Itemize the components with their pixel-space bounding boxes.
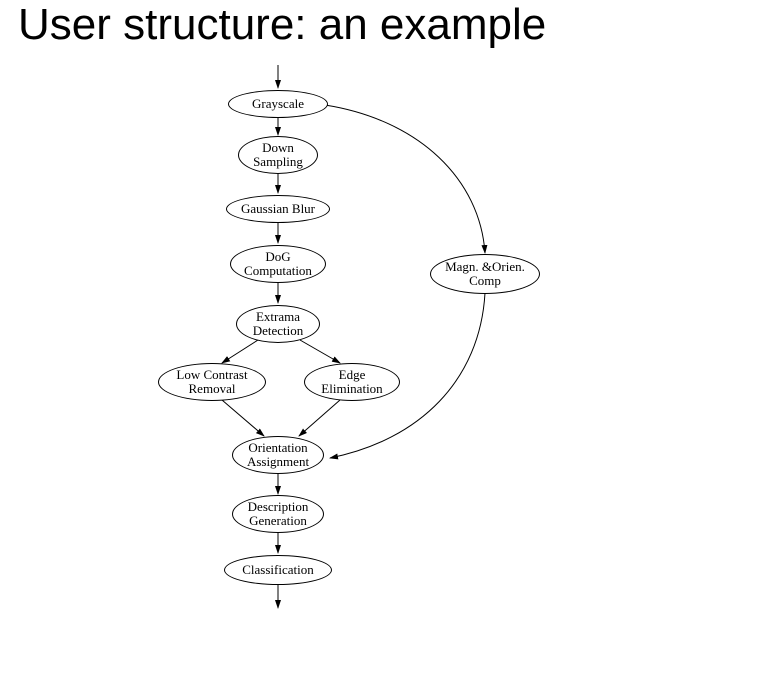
node-edge: EdgeElimination <box>304 363 400 401</box>
flowchart-canvas: Grayscale DownSampling Gaussian Blur DoG… <box>0 0 778 678</box>
node-magn: Magn. &Orien.Comp <box>430 254 540 294</box>
edge-layer <box>0 0 778 678</box>
node-label: DownSampling <box>253 141 303 170</box>
node-label: Low ContrastRemoval <box>176 368 247 397</box>
edge-edge-orientation <box>299 400 340 436</box>
node-label: EdgeElimination <box>321 368 382 397</box>
node-description: DescriptionGeneration <box>232 495 324 533</box>
node-label: Classification <box>242 563 314 577</box>
node-classification: Classification <box>224 555 332 585</box>
node-dog: DoGComputation <box>230 245 326 283</box>
node-lowcontrast: Low ContrastRemoval <box>158 363 266 401</box>
node-label: Magn. &Orien.Comp <box>445 260 525 289</box>
node-label: Gaussian Blur <box>241 202 315 216</box>
edge-lowcontrast-orientation <box>222 400 264 436</box>
node-label: DoGComputation <box>244 250 312 279</box>
node-label: OrientationAssignment <box>247 441 309 470</box>
edge-extrema-lowcontrast <box>222 340 258 363</box>
node-orientation: OrientationAssignment <box>232 436 324 474</box>
edge-grayscale-magn <box>325 105 485 253</box>
node-label: ExtramaDetection <box>253 310 304 339</box>
node-gaussian: Gaussian Blur <box>226 195 330 223</box>
node-label: Grayscale <box>252 97 304 111</box>
node-extrema: ExtramaDetection <box>236 305 320 343</box>
node-grayscale: Grayscale <box>228 90 328 118</box>
node-label: DescriptionGeneration <box>248 500 309 529</box>
edge-extrema-edge <box>300 340 340 363</box>
node-downsamp: DownSampling <box>238 136 318 174</box>
